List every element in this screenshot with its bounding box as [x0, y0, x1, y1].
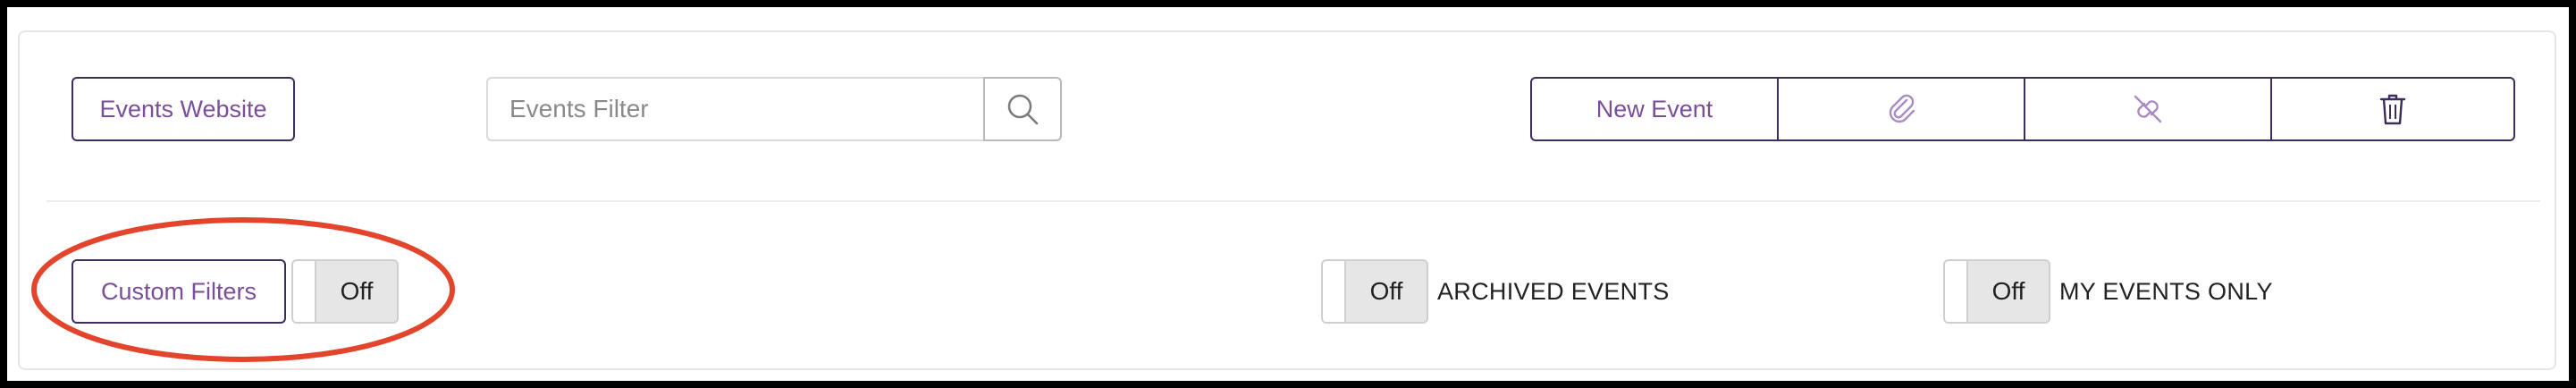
window-frame: Events Website New Event — [7, 7, 2569, 381]
unlink-icon — [2128, 91, 2168, 127]
delete-button[interactable] — [2270, 77, 2515, 141]
my-events-only-toggle[interactable]: Off — [1943, 259, 2050, 324]
events-filter-input[interactable] — [486, 77, 987, 141]
events-website-button[interactable]: Events Website — [72, 77, 295, 141]
toggle-state: Off — [1991, 277, 2025, 305]
my-events-only-label: MY EVENTS ONLY — [2059, 277, 2273, 305]
custom-filters-toggle[interactable]: Off — [291, 259, 399, 324]
events-search — [486, 77, 1062, 141]
unlink-button[interactable] — [2024, 77, 2272, 141]
custom-filters-button[interactable]: Custom Filters — [72, 259, 286, 324]
divider — [46, 200, 2540, 202]
toggle-knob — [1945, 261, 1968, 322]
paperclip-icon — [1885, 91, 1917, 127]
toggle-state: Off — [1369, 277, 1403, 305]
new-event-button[interactable]: New Event — [1530, 77, 1779, 141]
archived-events-label: ARCHIVED EVENTS — [1437, 277, 1670, 305]
toggle-knob — [1323, 261, 1346, 322]
trash-icon — [2378, 91, 2408, 127]
search-icon — [1005, 91, 1040, 127]
attach-button[interactable] — [1777, 77, 2025, 141]
toggle-state: Off — [340, 277, 374, 305]
search-button[interactable] — [983, 77, 1062, 141]
archived-events-toggle[interactable]: Off — [1321, 259, 1428, 324]
toggle-knob — [293, 261, 316, 322]
event-actions-group: New Event — [1530, 77, 2515, 141]
